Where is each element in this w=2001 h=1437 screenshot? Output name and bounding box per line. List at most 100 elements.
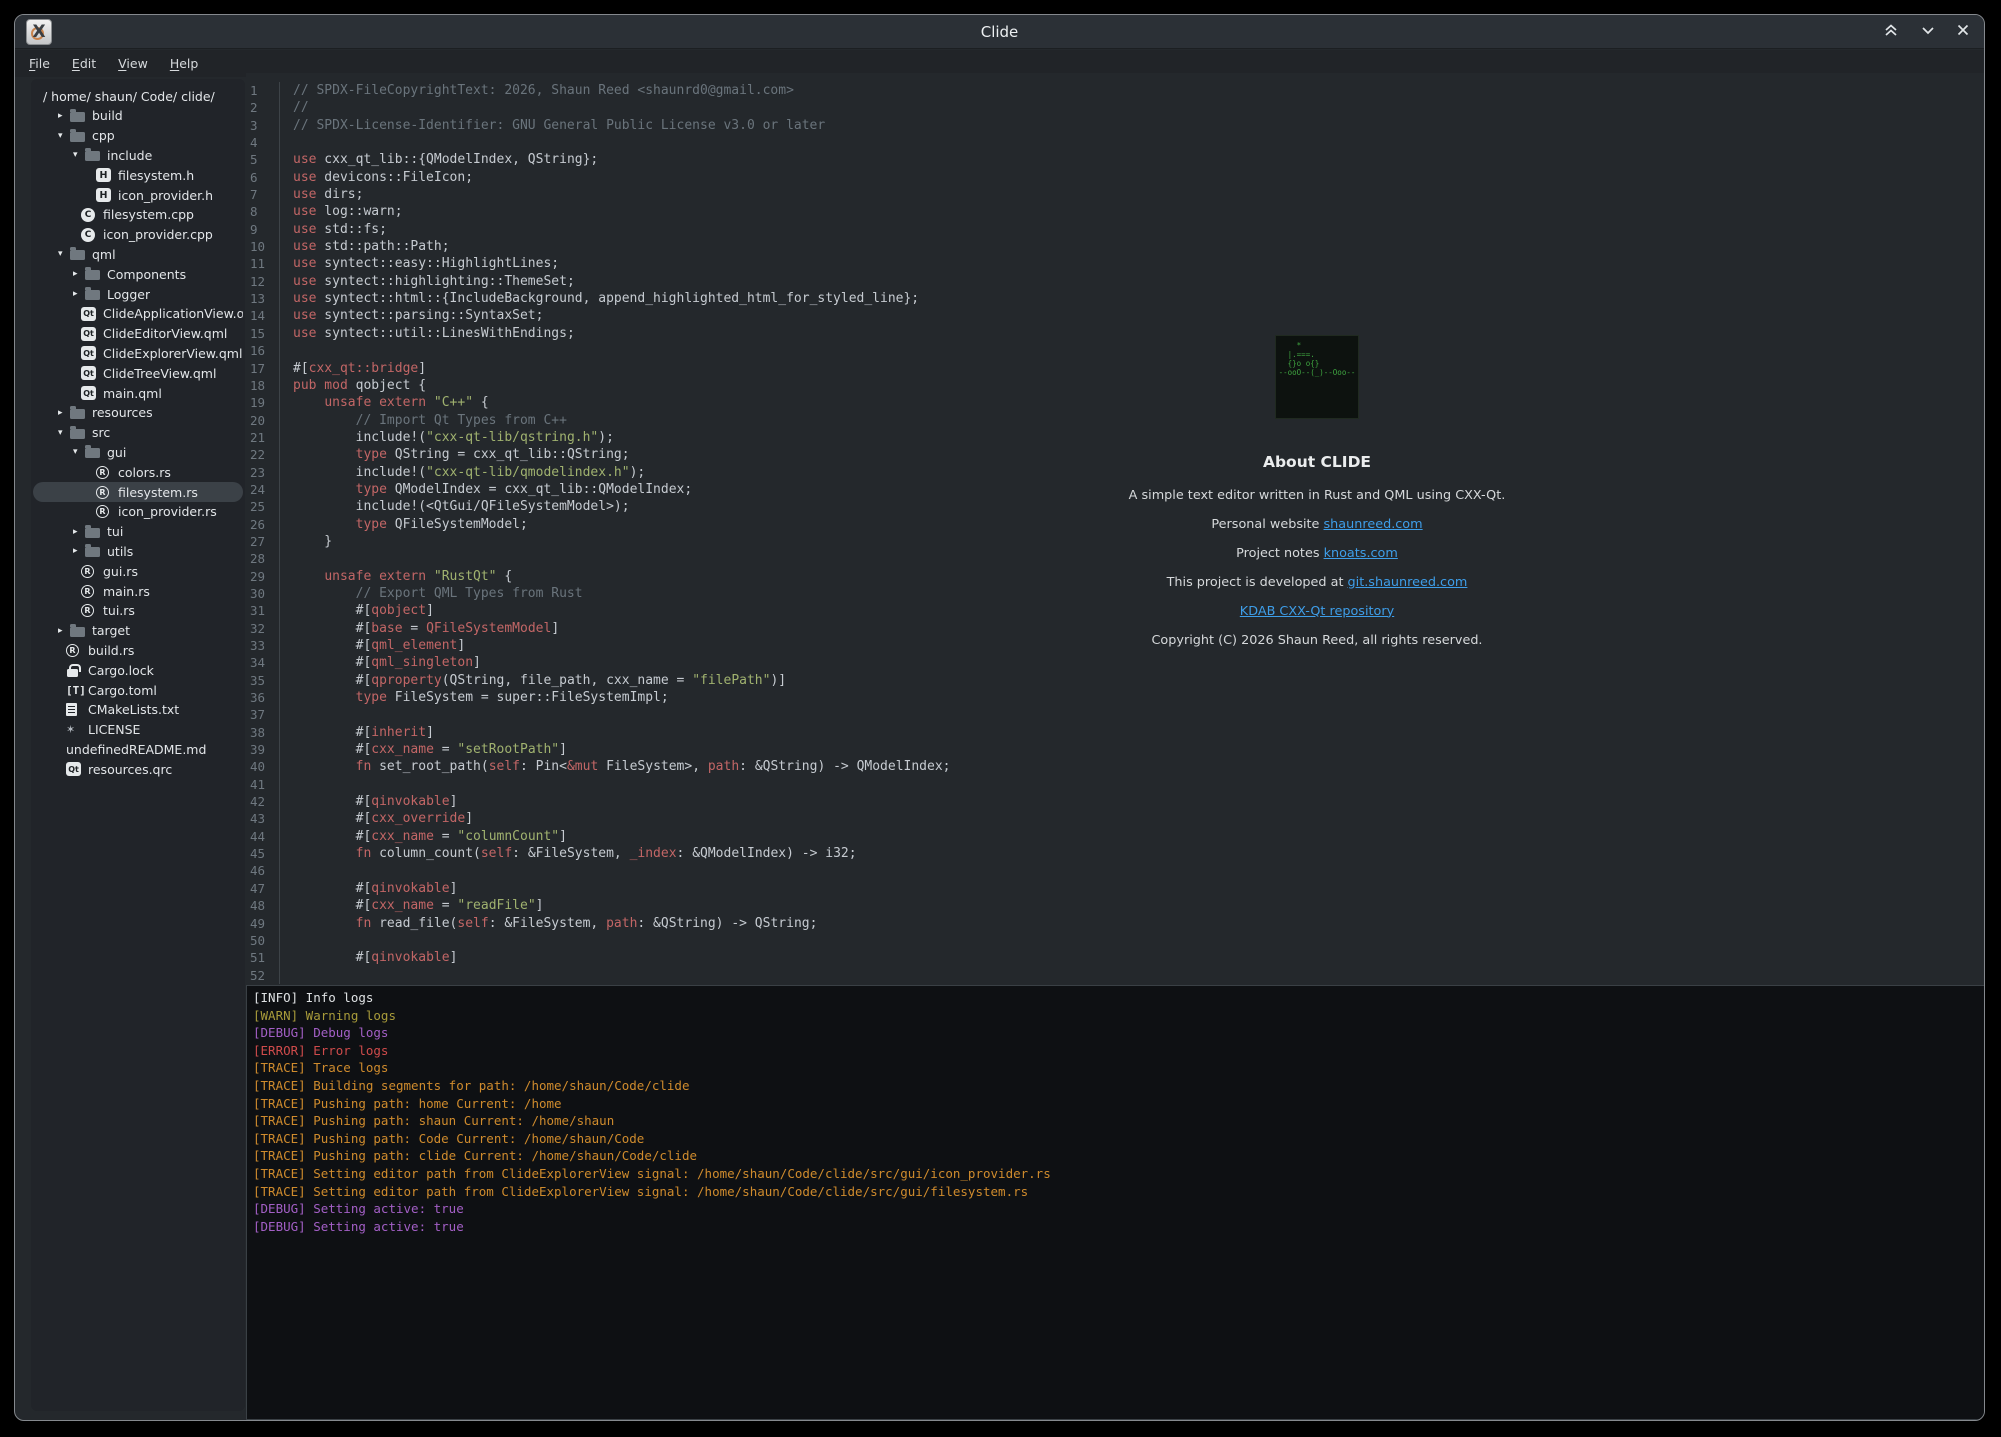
tree-item-CMakeLists.txt[interactable]: CMakeLists.txt (33, 700, 243, 720)
tree-item-include[interactable]: ▾include (33, 145, 243, 165)
tree-item-label: ClideEditorView.qml (103, 326, 227, 341)
chevron-collapsed-icon[interactable]: ▸ (73, 269, 85, 279)
folder-icon (70, 429, 85, 439)
tree-item-main.rs[interactable]: Rmain.rs (33, 581, 243, 601)
code-line: 7use dirs; (246, 186, 1985, 203)
chevron-expanded-icon[interactable]: ▾ (58, 428, 70, 438)
tree-item-target[interactable]: ▸ target (33, 621, 243, 641)
tree-item-label: ClideTreeView.qml (103, 366, 216, 381)
text-file-icon (66, 703, 77, 716)
chevron-collapsed-icon[interactable]: ▸ (73, 546, 85, 556)
rust-file-icon: R (96, 486, 109, 499)
line-number: 38 (246, 724, 279, 741)
tree-item-icon_provider.rs[interactable]: Ricon_provider.rs (33, 502, 243, 522)
tree-item-LICENSE[interactable]: ✶LICENSE (33, 720, 243, 740)
link-shaunreed.com[interactable]: shaunreed.com (1324, 517, 1423, 532)
file-explorer[interactable]: / home/ shaun/ Code/ clide/▸build▾cpp▾in… (31, 79, 245, 1411)
tree-item-gui.rs[interactable]: Rgui.rs (33, 561, 243, 581)
folder-icon (70, 250, 85, 260)
tree-item-ClideExplorerView.qml[interactable]: QtClideExplorerView.qml (33, 343, 243, 363)
line-number: 48 (246, 897, 279, 914)
tree-item-tui.rs[interactable]: Rtui.rs (33, 601, 243, 621)
tree-item-src[interactable]: ▾src (33, 423, 243, 443)
line-number: 27 (246, 533, 279, 550)
code-line: 51 #[qinvokable] (246, 949, 1985, 966)
tree-item-icon_provider.cpp[interactable]: Cicon_provider.cpp (33, 225, 243, 245)
tree-item-qml[interactable]: ▾ qml (33, 244, 243, 264)
line-number: 33 (246, 637, 279, 654)
tree-item-build[interactable]: ▸build (33, 106, 243, 126)
code-line: 46 (246, 862, 1985, 879)
tree-item-README.md[interactable]: undefinedREADME.md (33, 739, 243, 759)
line-number: 50 (246, 932, 279, 949)
tree-item-gui[interactable]: ▾gui (33, 442, 243, 462)
tree-item-Cargo.lock[interactable]: Cargo.lock (33, 660, 243, 680)
line-number: 34 (246, 654, 279, 671)
qt-file-icon: Qt (81, 386, 96, 400)
code-line: 3// SPDX-License-Identifier: GNU General… (246, 117, 1985, 134)
tree-item-ClideEditorView.qml[interactable]: QtClideEditorView.qml (33, 324, 243, 344)
shade-button[interactable] (1876, 18, 1906, 46)
link-kdab-cxx-qt-repository[interactable]: KDAB CXX-Qt repository (1240, 604, 1394, 619)
tree-item-colors.rs[interactable]: Rcolors.rs (33, 462, 243, 482)
log-console[interactable]: [INFO] Info logs[WARN] Warning logs[DEBU… (246, 985, 1985, 1420)
line-number: 21 (246, 429, 279, 446)
code-line: 50 (246, 932, 1985, 949)
tree-item-label: target (92, 623, 130, 638)
line-number: 30 (246, 585, 279, 602)
minimize-button[interactable] (1913, 18, 1943, 46)
line-number: 44 (246, 828, 279, 845)
about-text-line: This project is developed at git.shaunre… (967, 575, 1667, 588)
chevron-collapsed-icon[interactable]: ▸ (73, 527, 85, 537)
close-button[interactable] (1948, 18, 1978, 46)
lock-icon (67, 669, 78, 677)
chevron-expanded-icon[interactable]: ▾ (73, 150, 85, 160)
ascii-art: * |.===. {}o o{} --ooO--(_)--Ooo-- (1279, 341, 1356, 377)
tree-item-label: colors.rs (118, 465, 171, 480)
menu-view[interactable]: View (118, 56, 148, 71)
code-line: 34 #[qml_singleton] (246, 654, 1985, 671)
tree-root-path[interactable]: / home/ shaun/ Code/ clide/ (33, 86, 243, 106)
tree-item-ClideApplicationView.qml[interactable]: QtClideApplicationView.qml (33, 304, 243, 324)
tree-item-filesystem.h[interactable]: Hfilesystem.h (33, 165, 243, 185)
chevron-collapsed-icon[interactable]: ▸ (58, 626, 70, 636)
tree-item-icon_provider.h[interactable]: Hicon_provider.h (33, 185, 243, 205)
tree-item-Cargo.toml[interactable]: [T]Cargo.toml (33, 680, 243, 700)
chevron-expanded-icon[interactable]: ▾ (73, 447, 85, 457)
tree-item-resources[interactable]: ▸resources (33, 403, 243, 423)
tree-item-label: qml (92, 247, 116, 262)
chevron-collapsed-icon[interactable]: ▸ (58, 408, 70, 418)
menu-help[interactable]: Help (170, 56, 199, 71)
tree-item-filesystem.cpp[interactable]: Cfilesystem.cpp (33, 205, 243, 225)
menu-file[interactable]: File (29, 56, 50, 71)
qt-file-icon: Qt (81, 366, 96, 380)
tree-item-label: tui (107, 524, 123, 539)
tree-item-utils[interactable]: ▸utils (33, 541, 243, 561)
tree-item-cpp[interactable]: ▾cpp (33, 126, 243, 146)
tree-item-resources.qrc[interactable]: Qtresources.qrc (33, 759, 243, 779)
chevron-collapsed-icon[interactable]: ▸ (58, 111, 70, 121)
menu-edit[interactable]: Edit (72, 56, 96, 71)
chevron-collapsed-icon[interactable]: ▸ (73, 289, 85, 299)
line-number: 22 (246, 446, 279, 463)
tree-item-tui[interactable]: ▸ tui (33, 522, 243, 542)
chevron-expanded-icon[interactable]: ▾ (58, 249, 70, 259)
qt-file-icon: Qt (81, 307, 96, 321)
link-knoats.com[interactable]: knoats.com (1324, 546, 1398, 561)
line-number: 51 (246, 949, 279, 966)
chevron-expanded-icon[interactable]: ▾ (58, 131, 70, 141)
code-line: 4 (246, 134, 1985, 151)
tree-item-main.qml[interactable]: Qtmain.qml (33, 383, 243, 403)
code-line: 52 (246, 967, 1985, 984)
tree-item-Logger[interactable]: ▸Logger (33, 284, 243, 304)
about-text-line: Copyright (C) 2026 Shaun Reed, all right… (967, 633, 1667, 646)
tree-item-label: gui.rs (103, 564, 138, 579)
tree-item-build.rs[interactable]: Rbuild.rs (33, 640, 243, 660)
tree-item-ClideTreeView.qml[interactable]: Qt ClideTreeView.qml (33, 363, 243, 383)
tree-item-filesystem.rs[interactable]: Rfilesystem.rs (33, 482, 243, 502)
link-git.shaunreed.com[interactable]: git.shaunreed.com (1348, 575, 1468, 590)
tree-item-Components[interactable]: ▸Components (33, 264, 243, 284)
log-line-trace: [TRACE] Building segments for path: /hom… (253, 1077, 1985, 1095)
titlebar[interactable]: X Clide (15, 15, 1984, 49)
line-number: 24 (246, 481, 279, 498)
